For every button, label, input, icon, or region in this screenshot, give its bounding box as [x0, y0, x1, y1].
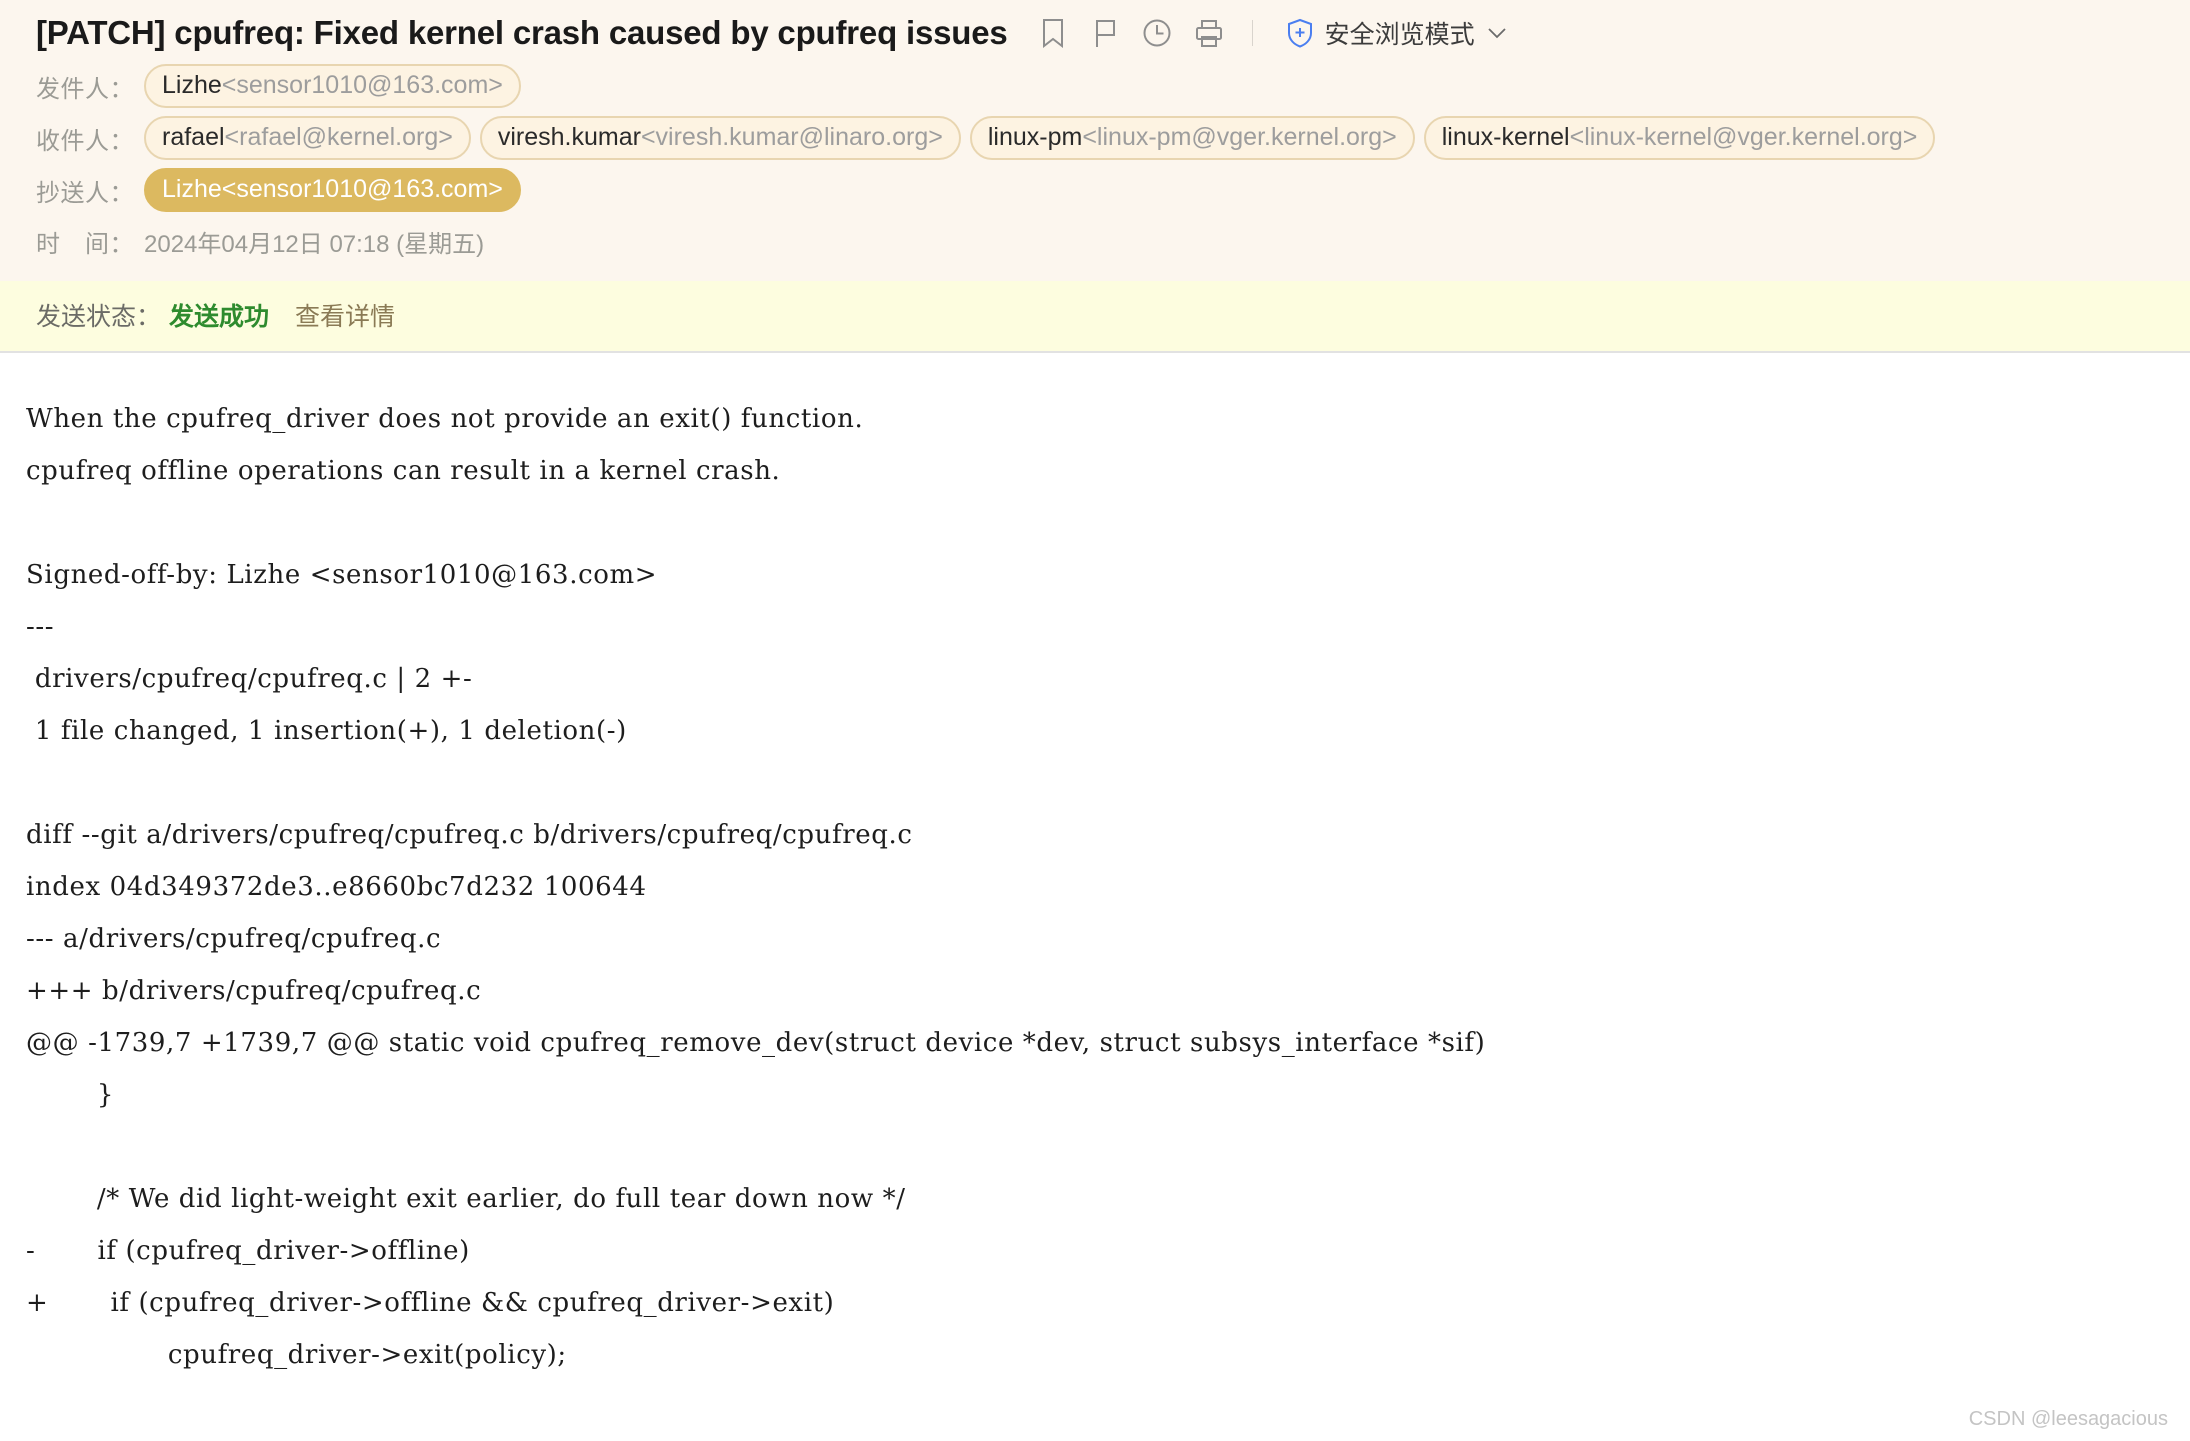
recipient-chip[interactable]: rafael <rafael@kernel.org> — [144, 115, 471, 161]
address-row-cc: 抄送人： Lizhe <sensor1010@163.com> — [0, 164, 2190, 216]
body-line — [26, 497, 2190, 549]
bookmark-icon[interactable] — [1038, 18, 1068, 48]
cc-chips: Lizhe <sensor1010@163.com> — [144, 167, 521, 213]
chip-name: linux-pm — [987, 122, 1083, 151]
recipient-chip[interactable]: linux-pm <linux-pm@vger.kernel.org> — [969, 115, 1415, 161]
chip-name: viresh.kumar — [497, 122, 641, 151]
body-line: --- a/drivers/cpufreq/cpufreq.c — [26, 924, 442, 954]
date-value: 2024年04月12日 07:18 (星期五) — [144, 231, 485, 258]
recipient-chip[interactable]: Lizhe <sensor1010@163.com> — [144, 63, 521, 109]
header-toolbar: 安全浏览模式 — [1038, 15, 1507, 51]
body-line: index 04d349372de3..e8660bc7d232 100644 — [26, 872, 647, 902]
chip-email: <rafael@kernel.org> — [224, 122, 453, 151]
mail-body: When the cpufreq_driver does not provide… — [0, 353, 2190, 1381]
chip-email: <sensor1010@163.com> — [221, 174, 503, 203]
body-line: + if (cpufreq_driver->offline && cpufreq… — [26, 1288, 835, 1318]
body-line: cpufreq_driver->exit(policy); — [26, 1340, 567, 1370]
chip-name: Lizhe — [162, 174, 222, 203]
body-line — [26, 1121, 2190, 1173]
body-line: Signed-off-by: Lizhe <sensor1010@163.com… — [26, 560, 658, 590]
chevron-down-icon — [1487, 23, 1507, 43]
chip-name: linux-kernel — [1441, 122, 1570, 151]
body-line: +++ b/drivers/cpufreq/cpufreq.c — [26, 976, 482, 1006]
body-line: diff --git a/drivers/cpufreq/cpufreq.c b… — [26, 820, 913, 850]
watermark: CSDN @leesagacious — [1968, 1408, 2168, 1430]
recipient-chip[interactable]: Lizhe <sensor1010@163.com> — [144, 167, 521, 213]
chip-email: <sensor1010@163.com> — [221, 70, 503, 99]
recipient-chip[interactable]: linux-kernel <linux-kernel@vger.kernel.or… — [1423, 115, 1936, 161]
chip-name: Lizhe — [162, 70, 222, 99]
cc-label: 抄送人： — [36, 179, 134, 207]
body-line — [26, 757, 2190, 809]
view-details-link[interactable]: 查看详情 — [295, 297, 395, 333]
body-line: cpufreq offline operations can result in… — [26, 456, 781, 486]
page-title: [PATCH] cpufreq: Fixed kernel crash caus… — [36, 14, 1008, 51]
chip-name: rafael — [162, 122, 225, 151]
body-line: drivers/cpufreq/cpufreq.c | 2 +- — [26, 664, 473, 694]
date-label: 时 间： — [36, 231, 134, 258]
chip-email: <linux-kernel@vger.kernel.org> — [1569, 122, 1918, 151]
send-status-bar: 发送状态： 发送成功 查看详情 — [0, 281, 2190, 353]
print-icon[interactable] — [1194, 18, 1224, 48]
to-label: 收件人： — [36, 127, 134, 155]
to-chips: rafael <rafael@kernel.org> viresh.kumar <v… — [144, 115, 1936, 161]
safe-browsing-mode-button[interactable]: 安全浏览模式 — [1285, 15, 1507, 51]
body-line: 1 file changed, 1 insertion(+), 1 deleti… — [26, 716, 627, 746]
shield-plus-icon — [1285, 18, 1315, 48]
chip-email: <linux-pm@vger.kernel.org> — [1082, 122, 1397, 151]
from-chips: Lizhe <sensor1010@163.com> — [144, 63, 521, 109]
toolbar-divider — [1251, 20, 1253, 46]
flag-icon[interactable] — [1090, 18, 1120, 48]
address-row-date: 时 间： 2024年04月12日 07:18 (星期五) — [0, 216, 2190, 259]
status-badge: 发送成功 — [169, 303, 270, 331]
body-line: /* We did light-weight exit earlier, do … — [26, 1184, 906, 1214]
clock-icon[interactable] — [1142, 18, 1172, 48]
chip-email: <viresh.kumar@linaro.org> — [640, 122, 943, 151]
address-row-to: 收件人： rafael <rafael@kernel.org> viresh.ku… — [0, 112, 2190, 164]
body-line: When the cpufreq_driver does not provide… — [26, 404, 864, 434]
send-status-label: 发送状态： — [36, 303, 162, 331]
body-line: } — [26, 1080, 115, 1110]
body-line: - if (cpufreq_driver->offline) — [26, 1236, 470, 1266]
address-row-from: 发件人： Lizhe <sensor1010@163.com> — [0, 60, 2190, 112]
safe-browsing-mode-label: 安全浏览模式 — [1324, 21, 1475, 49]
subject-row: [PATCH] cpufreq: Fixed kernel crash caus… — [0, 0, 2190, 60]
mail-header: [PATCH] cpufreq: Fixed kernel crash caus… — [0, 0, 2190, 281]
body-line: @@ -1739,7 +1739,7 @@ static void cpufre… — [26, 1028, 1486, 1058]
recipient-chip[interactable]: viresh.kumar <viresh.kumar@linaro.org> — [479, 115, 961, 161]
from-label: 发件人： — [36, 75, 134, 103]
body-line: --- — [26, 612, 55, 642]
